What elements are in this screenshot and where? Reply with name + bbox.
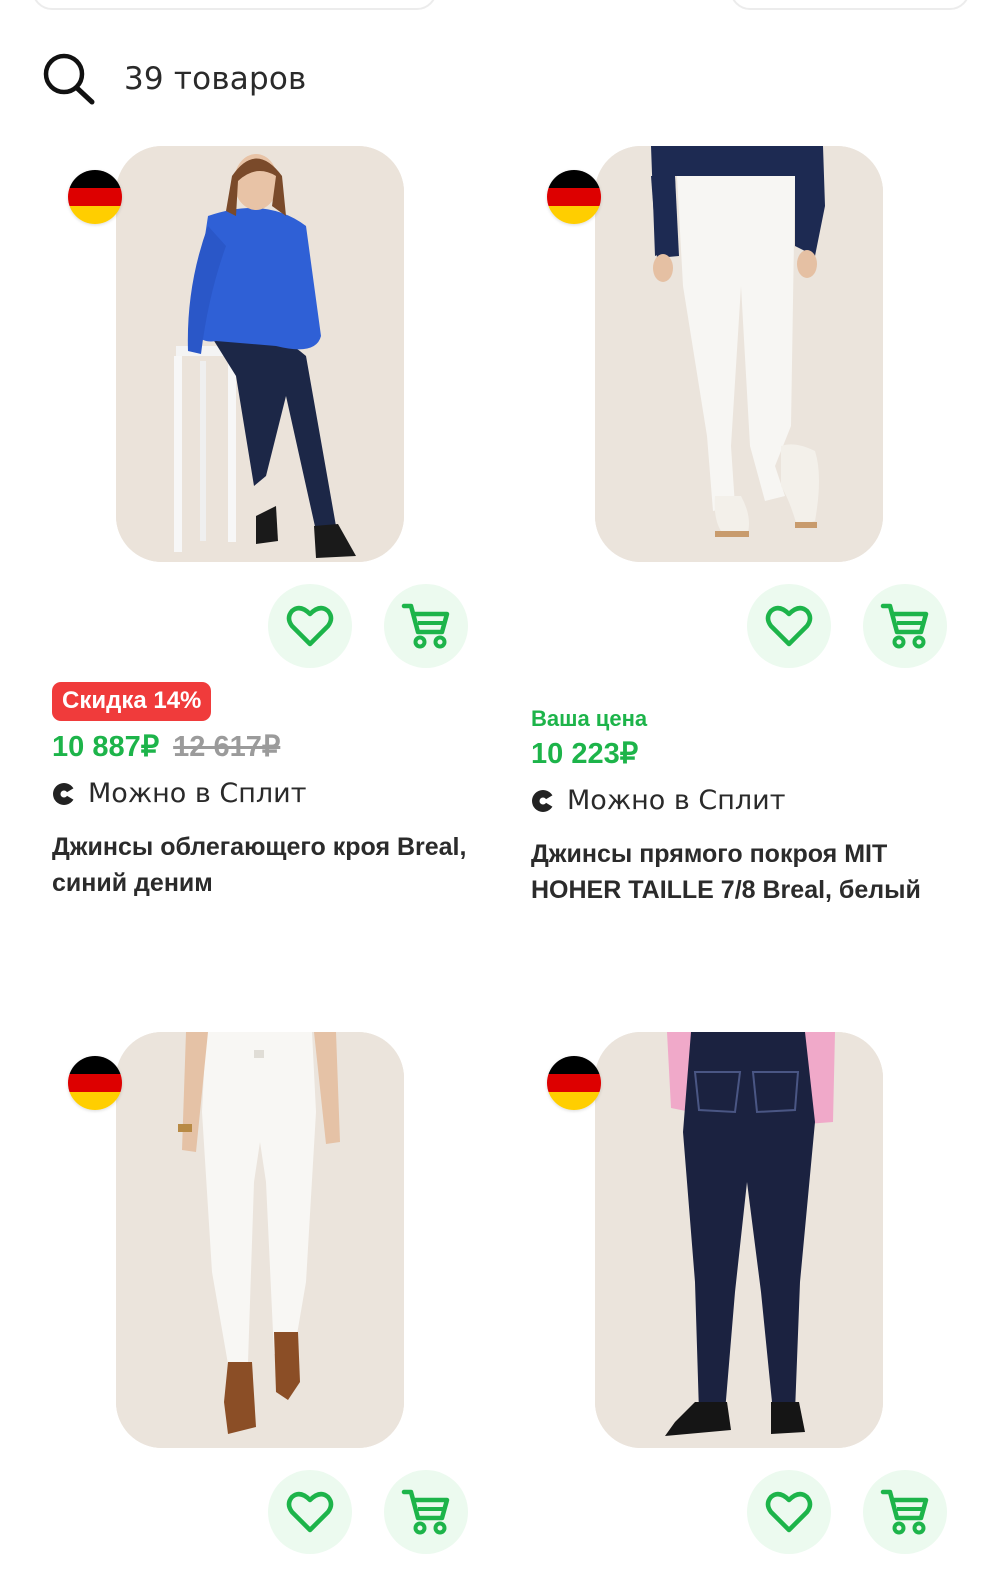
results-count: 39 товаров bbox=[124, 61, 307, 97]
product-photo[interactable] bbox=[595, 1032, 883, 1448]
split-row[interactable]: Можно в Сплит bbox=[52, 778, 482, 809]
old-price: 12 617₽ bbox=[173, 731, 281, 763]
current-price: 10 887₽ bbox=[52, 731, 160, 763]
sale-badge: Скидка 14% bbox=[52, 682, 212, 721]
add-to-cart-button[interactable] bbox=[863, 584, 947, 668]
heart-icon bbox=[286, 605, 334, 647]
add-to-cart-button[interactable] bbox=[384, 584, 468, 668]
split-label: Можно в Сплит bbox=[567, 785, 786, 816]
heart-icon bbox=[286, 1491, 334, 1533]
results-header: 39 товаров bbox=[40, 50, 307, 108]
search-icon[interactable] bbox=[40, 50, 98, 108]
product-photo[interactable] bbox=[595, 146, 883, 562]
current-price: 10 223₽ bbox=[531, 738, 639, 770]
favorite-button[interactable] bbox=[268, 584, 352, 668]
filter-chip-right[interactable] bbox=[730, 0, 970, 10]
germany-flag-icon bbox=[68, 1056, 122, 1110]
product-title[interactable]: Джинсы облегающего кроя Breal, синий ден… bbox=[52, 829, 472, 901]
heart-icon bbox=[765, 1491, 813, 1533]
germany-flag-icon bbox=[68, 170, 122, 224]
split-icon bbox=[53, 782, 76, 805]
germany-flag-icon bbox=[547, 1056, 601, 1110]
product-info: Скидка 14% 10 887₽ 12 617₽ Можно в Сплит… bbox=[52, 682, 482, 901]
price-row: 10 887₽ 12 617₽ bbox=[52, 729, 482, 764]
product-photo[interactable] bbox=[116, 1032, 404, 1448]
germany-flag-icon bbox=[547, 170, 601, 224]
cart-icon bbox=[880, 603, 929, 649]
product-photo[interactable] bbox=[116, 146, 404, 562]
favorite-button[interactable] bbox=[747, 584, 831, 668]
add-to-cart-button[interactable] bbox=[384, 1470, 468, 1554]
cart-icon bbox=[401, 1489, 450, 1535]
favorite-button[interactable] bbox=[268, 1470, 352, 1554]
add-to-cart-button[interactable] bbox=[863, 1470, 947, 1554]
your-price-label: Ваша цена bbox=[531, 706, 648, 731]
split-icon bbox=[532, 789, 555, 812]
split-row[interactable]: Можно в Сплит bbox=[531, 785, 961, 816]
favorite-button[interactable] bbox=[747, 1470, 831, 1554]
cart-icon bbox=[401, 603, 450, 649]
cart-icon bbox=[880, 1489, 929, 1535]
product-title[interactable]: Джинсы прямого покроя MIT HOHER TAILLE 7… bbox=[531, 836, 951, 908]
price-row: 10 223₽ bbox=[531, 736, 961, 771]
heart-icon bbox=[765, 605, 813, 647]
product-info: Ваша цена 10 223₽ Можно в Сплит Джинсы п… bbox=[531, 682, 961, 908]
split-label: Можно в Сплит bbox=[88, 778, 307, 809]
filter-chip-left[interactable] bbox=[32, 0, 437, 10]
